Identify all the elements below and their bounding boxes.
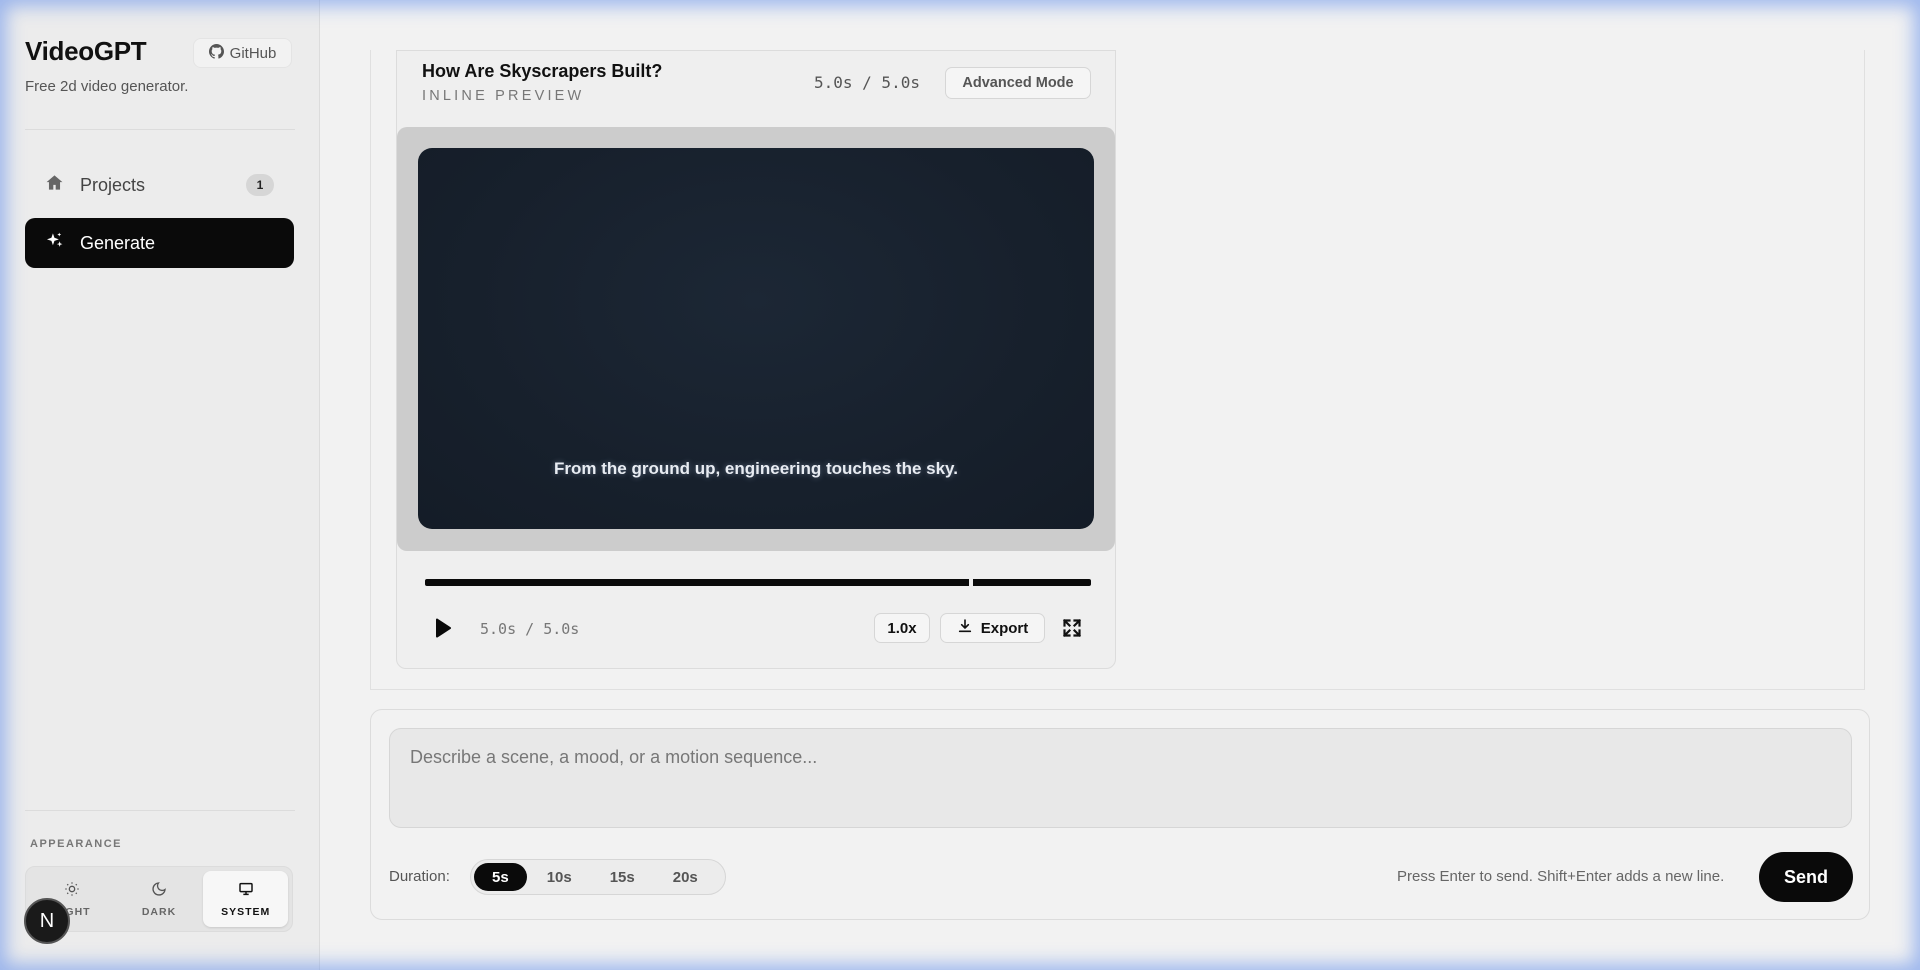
video-stage-frame: From the ground up, engineering touches … bbox=[397, 127, 1115, 551]
home-icon bbox=[45, 173, 64, 197]
duration-option-20s[interactable]: 20s bbox=[655, 863, 716, 891]
send-hint: Press Enter to send. Shift+Enter adds a … bbox=[1397, 868, 1725, 885]
sidebar-item-label: Generate bbox=[80, 232, 156, 253]
theme-dark-option[interactable]: DARK bbox=[117, 871, 202, 927]
playback-progress-bar[interactable] bbox=[425, 578, 1091, 587]
video-stage[interactable]: From the ground up, engineering touches … bbox=[418, 148, 1094, 529]
duration-option-15s[interactable]: 15s bbox=[592, 863, 653, 891]
theme-system-option[interactable]: SYSTEM bbox=[203, 871, 289, 927]
preview-time-header: 5.0s / 5.0s bbox=[814, 73, 920, 92]
sidebar-item-projects[interactable]: Projects 1 bbox=[25, 160, 294, 210]
export-button[interactable]: Export bbox=[940, 613, 1045, 643]
duration-option-5s[interactable]: 5s bbox=[474, 863, 527, 891]
avatar[interactable]: N bbox=[24, 898, 70, 944]
appearance-label: APPEARANCE bbox=[30, 838, 123, 850]
playback-speed-button[interactable]: 1.0x bbox=[874, 613, 930, 643]
duration-selector: 5s 10s 15s 20s bbox=[470, 859, 726, 895]
advanced-mode-button[interactable]: Advanced Mode bbox=[945, 67, 1091, 99]
sidebar-divider bbox=[25, 129, 295, 130]
progress-scrub-handle[interactable] bbox=[969, 578, 973, 587]
sun-icon bbox=[64, 881, 80, 900]
fullscreen-icon bbox=[1062, 618, 1082, 642]
sidebar-item-generate[interactable]: Generate bbox=[25, 218, 294, 268]
fullscreen-button[interactable] bbox=[1062, 618, 1082, 638]
export-label: Export bbox=[980, 619, 1029, 637]
app-subtitle: Free 2d video generator. bbox=[25, 78, 189, 95]
preview-subtitle: INLINE PREVIEW bbox=[422, 88, 585, 104]
playback-time: 5.0s / 5.0s bbox=[480, 620, 580, 638]
send-button[interactable]: Send bbox=[1759, 852, 1853, 902]
github-icon bbox=[208, 43, 224, 63]
monitor-icon bbox=[238, 881, 254, 900]
preview-card: How Are Skyscrapers Built? INLINE PREVIE… bbox=[396, 50, 1116, 669]
preview-title: How Are Skyscrapers Built? bbox=[422, 61, 663, 81]
theme-label: DARK bbox=[141, 905, 177, 918]
theme-label: SYSTEM bbox=[221, 905, 271, 918]
progress-fill bbox=[425, 579, 1091, 586]
sidebar-item-label: Projects bbox=[80, 174, 146, 195]
brand: VideoGPT bbox=[25, 36, 147, 67]
video-caption: From the ground up, engineering touches … bbox=[554, 459, 958, 478]
moon-icon bbox=[151, 881, 167, 900]
projects-count-badge: 1 bbox=[246, 174, 274, 196]
app-title: VideoGPT bbox=[25, 36, 147, 66]
sidebar: VideoGPT Free 2d video generator. GitHub… bbox=[0, 0, 320, 970]
download-icon bbox=[957, 618, 973, 638]
github-label: GitHub bbox=[229, 44, 277, 62]
duration-option-10s[interactable]: 10s bbox=[529, 863, 590, 891]
play-button[interactable] bbox=[433, 617, 453, 639]
duration-label: Duration: bbox=[389, 868, 450, 885]
play-icon bbox=[433, 618, 453, 643]
sidebar-divider bbox=[25, 810, 295, 811]
github-button[interactable]: GitHub bbox=[193, 38, 292, 68]
prompt-input[interactable] bbox=[389, 728, 1852, 828]
sparkles-icon bbox=[45, 231, 64, 255]
prompt-composer: Duration: 5s 10s 15s 20s Press Enter to … bbox=[370, 709, 1870, 920]
